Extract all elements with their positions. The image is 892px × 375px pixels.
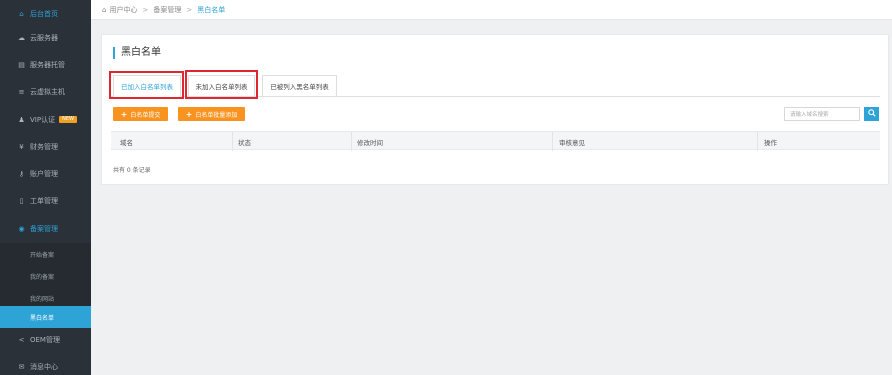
search-button[interactable] [864,107,879,121]
breadcrumb-record[interactable]: 备案管理 [153,5,181,15]
ticket-icon: ▯ [19,196,24,205]
sidebar-item-label: OEM管理 [30,335,60,344]
user-icon: ♟ [18,115,25,124]
breadcrumb: ⌂ 用户中心 > 备案管理 > 黑白名单 [91,0,892,20]
sidebar-item-label: 财务管理 [30,142,58,151]
home-icon: ⌂ [19,9,24,18]
button-label: 白名单批量添加 [195,111,238,119]
record-icon: ◉ [18,224,25,233]
search-icon [867,109,876,119]
sidebar-subitem-blackwhite-list[interactable]: 黑白名单 [0,306,91,328]
sidebar-item-record[interactable]: ◉ 备案管理 [0,215,91,242]
share-icon: < [18,335,25,344]
sidebar-item-cloud-server[interactable]: ☁ 云服务器 [0,24,91,51]
highlight-box [185,70,258,99]
tab-label: 已被列入黑名单列表 [270,83,329,91]
sidebar-item-vip[interactable]: ♟ VIP认证 NEW [0,106,91,133]
breadcrumb-current: 黑白名单 [197,5,226,14]
search-input[interactable]: 请输入域名搜索 [784,107,860,121]
column-header-modified-time: 修改时间 [357,138,383,147]
sidebar-item-messages[interactable]: ✉ 消息中心 [0,353,91,375]
message-icon: ✉ [18,362,25,371]
sidebar-item-label: 服务器托管 [30,60,65,69]
column-header-review: 审核意见 [559,138,585,147]
sidebar-item-label: 云服务器 [30,33,58,42]
breadcrumb-home[interactable]: 用户中心 [109,5,137,15]
sidebar-subitem-start-record[interactable]: 开始备案 [0,243,91,265]
yen-icon: ¥ [19,142,24,151]
column-divider [757,132,758,151]
highlight-box [109,71,184,99]
column-divider [232,132,233,151]
key-icon: ⚷ [18,169,25,178]
sidebar-item-finance[interactable]: ¥ 财务管理 [0,133,91,160]
button-label: 白名单提交 [130,111,161,119]
sidebar-item-label: VIP认证 [30,115,56,124]
sidebar-item-label: 工单管理 [30,196,58,205]
sidebar-item-account[interactable]: ⚷ 账户管理 [0,160,91,187]
add-whitelist-button[interactable]: + 白名单提交 [113,107,168,121]
sidebar-subitem-label: 黑白名单 [30,314,55,322]
new-badge: NEW [59,116,77,123]
tab-blacklisted[interactable]: 已被列入黑名单列表 [262,75,337,97]
plus-icon: + [120,109,128,119]
page-title: 黑白名单 [113,47,161,59]
breadcrumb-separator: > [186,5,193,14]
column-header-actions: 操作 [764,138,777,147]
sidebar-item-label: 备案管理 [30,224,58,233]
sidebar-item-label: 云虚拟主机 [30,87,65,96]
sidebar-item-server-hosting[interactable]: ▤ 服务器托管 [0,51,91,78]
record-count: 共有 0 条记录 [113,167,151,174]
list-icon: ≡ [18,87,25,96]
sidebar-subitem-label: 我的网站 [30,295,55,303]
column-header-status: 状态 [238,138,251,147]
column-header-domain: 域名 [120,138,133,147]
server-icon: ▤ [18,60,25,69]
sidebar-item-oem[interactable]: < OEM管理 [0,326,91,353]
sidebar-item-virtual-host[interactable]: ≡ 云虚拟主机 [0,78,91,105]
sidebar-item-label: 账户管理 [30,169,58,178]
sidebar-subitem-label: 开始备案 [30,251,55,259]
sidebar-item-label: 后台首页 [30,9,58,18]
table-header: 域名 状态 修改时间 审核意见 操作 [111,131,880,151]
column-divider [351,132,352,151]
cloud-icon: ☁ [18,33,25,42]
home-icon: ⌂ [102,5,107,14]
plus-icon: + [185,109,193,119]
column-divider [552,132,553,151]
batch-add-button[interactable]: + 白名单批量添加 [178,107,245,121]
sidebar-subitem-my-record[interactable]: 我的备案 [0,265,91,287]
main-panel: 黑白名单 已加入白名单列表 未加入白名单列表 已被列入黑名单列表 + 白名单提交… [101,34,889,185]
sidebar-item-home[interactable]: ⌂ 后台首页 [0,0,91,27]
sidebar-subitem-label: 我的备案 [30,273,55,281]
sidebar: ⌂ 后台首页 ☁ 云服务器 ▤ 服务器托管 ≡ 云虚拟主机 ♟ VIP认证 NE… [0,0,91,375]
breadcrumb-separator: > [142,5,149,14]
sidebar-item-label: 消息中心 [30,362,58,371]
sidebar-item-ticket[interactable]: ▯ 工单管理 [0,187,91,214]
